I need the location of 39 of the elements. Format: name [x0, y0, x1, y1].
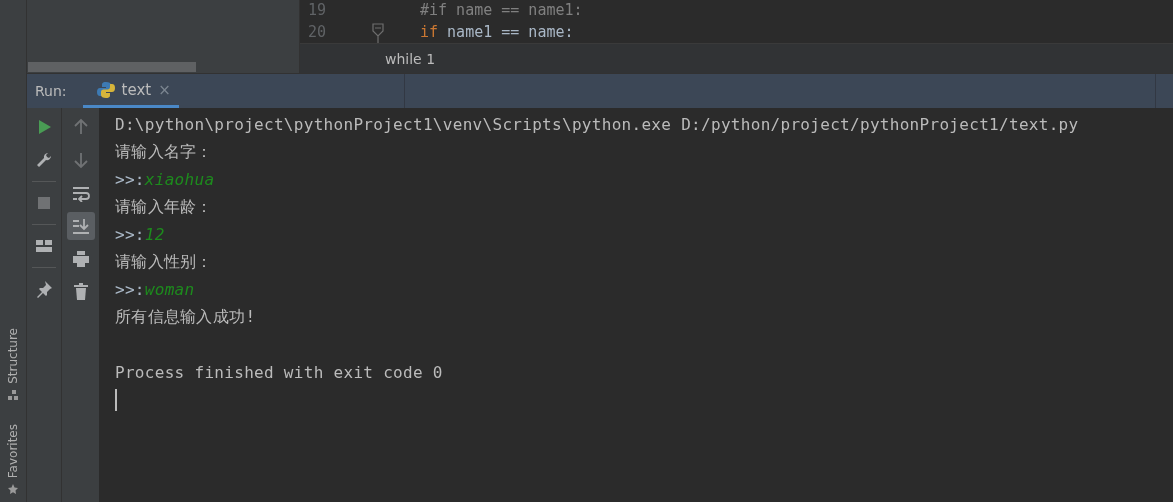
trash-icon [71, 283, 90, 301]
python-icon [96, 80, 115, 99]
console-prompt: >>: [115, 170, 145, 190]
typed-text: 12 [144, 225, 165, 245]
console-text: 请输入年龄： [115, 196, 213, 218]
tool-window-button[interactable]: Favorites [6, 423, 20, 495]
close-button[interactable]: × [158, 80, 171, 99]
text-cursor [115, 388, 117, 411]
tool-window-button[interactable]: Structure [6, 328, 20, 400]
down-arrow-icon [71, 151, 90, 169]
fold-marker-icon[interactable] [372, 21, 384, 43]
line-number: 19 [306, 1, 326, 19]
stop-icon [35, 194, 53, 212]
console-text: Process finished with exit code 0 [115, 362, 443, 382]
scroll-to-end-icon [71, 217, 90, 235]
structure-icon [8, 389, 18, 400]
tab-label: text [121, 80, 152, 99]
pin-icon [35, 280, 53, 298]
run-label: Run: [35, 83, 67, 99]
console-text: 所有信息输入成功! [115, 306, 256, 328]
console-text: 请输入名字： [115, 141, 213, 163]
breadcrumb[interactable]: while 1 [385, 50, 436, 67]
print-icon [71, 250, 90, 268]
code-editor[interactable]: 19 #if name == name1: 20 if name1 == name: [300, 0, 1173, 44]
code-line: #if name == name1: [420, 1, 583, 19]
toolbar-button[interactable] [66, 212, 95, 240]
scrollbar-thumb[interactable] [28, 62, 196, 72]
wrench-icon [35, 151, 53, 169]
line-number: 20 [306, 23, 326, 41]
star-icon [8, 484, 18, 495]
typed-text: woman [144, 280, 195, 300]
console-text: 请输入性别： [115, 251, 213, 273]
console-text: D:\python\project\pythonProject1\venv\Scripts\python.exe D:/python/project/pythonProject1/text.py [115, 115, 1079, 135]
console-prompt: >>: [115, 280, 145, 300]
typed-text: xiaohua [144, 170, 215, 190]
soft-wrap-icon [71, 184, 90, 202]
code-line: if name1 == name: [420, 23, 574, 41]
layout-icon [35, 237, 53, 255]
console-prompt: >>: [115, 225, 145, 245]
